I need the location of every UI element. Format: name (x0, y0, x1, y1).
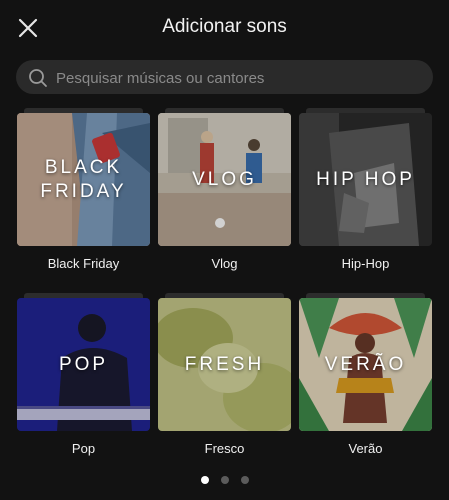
category-overlay-text: BLACK FRIDAY (40, 156, 127, 202)
search-icon (29, 69, 47, 87)
category-card-verao[interactable]: VERÃO (299, 293, 432, 431)
category-label[interactable]: Verão (299, 441, 432, 456)
category-overlay-text: VERÃO (324, 353, 407, 375)
category-thumbnail: VLOG (158, 113, 291, 246)
category-thumbnail: BLACK FRIDAY (17, 113, 150, 246)
category-card-hip-hop[interactable]: HIP HOP (299, 108, 432, 246)
page-dot-2[interactable] (220, 476, 229, 484)
category-thumbnail: POP (17, 298, 150, 431)
category-label[interactable]: Black Friday (17, 256, 150, 271)
category-label[interactable]: Pop (17, 441, 150, 456)
category-card-vlog[interactable]: VLOG (158, 108, 291, 246)
header: Adicionar sons (0, 0, 449, 56)
category-thumbnail: VERÃO (299, 298, 432, 431)
category-overlay-text: POP (58, 353, 109, 375)
category-label[interactable]: Vlog (158, 256, 291, 271)
category-overlay-text: HIP HOP (316, 168, 415, 190)
category-label[interactable]: Fresco (158, 441, 291, 456)
category-overlay-text: FRESH (184, 353, 265, 375)
category-card-black-friday[interactable]: BLACK FRIDAY (17, 108, 150, 246)
search-bar[interactable] (16, 60, 433, 96)
category-thumbnail: FRESH (158, 298, 291, 431)
category-card-fresh[interactable]: FRESH (158, 293, 291, 431)
page-dot-1[interactable] (200, 476, 209, 484)
page-indicator (0, 476, 449, 484)
page-title: Adicionar sons (162, 16, 287, 37)
category-card-pop[interactable]: POP (17, 293, 150, 431)
category-overlay-text: VLOG (192, 168, 257, 190)
page-dot-3[interactable] (240, 476, 249, 484)
category-thumbnail: HIP HOP (299, 113, 432, 246)
search-input[interactable] (54, 60, 428, 96)
category-label[interactable]: Hip-Hop (299, 256, 432, 271)
